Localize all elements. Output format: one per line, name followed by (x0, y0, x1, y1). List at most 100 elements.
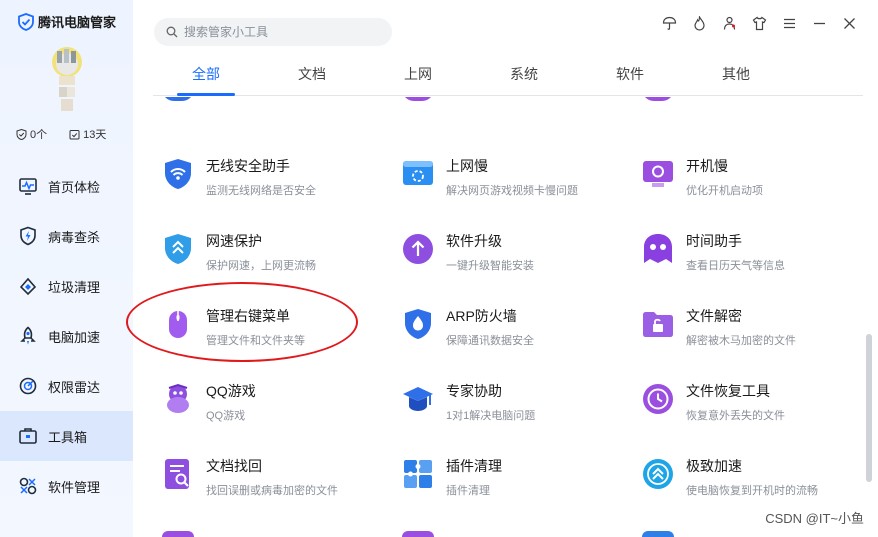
tool-desc: QQ游戏 (206, 410, 246, 422)
sidebar-item-permission-radar[interactable]: 权限雷达 (0, 361, 133, 411)
umbrella-icon[interactable] (660, 14, 678, 32)
partial-tool-icon (162, 97, 194, 101)
tool-arp-firewall[interactable]: ARP防火墙 保障通讯数据安全 (402, 306, 622, 366)
plugin-puzzle-icon (402, 458, 434, 490)
close-icon[interactable] (840, 14, 858, 32)
tool-file-decrypt[interactable]: 文件解密 解密被木马加密的文件 (642, 306, 862, 366)
sidebar-item-label: 病毒查杀 (48, 229, 101, 245)
tab-software[interactable]: 软件 (577, 60, 683, 95)
expert-cap-icon (402, 383, 434, 415)
tool-desc: 优化开机启动项 (686, 185, 763, 197)
watermark: CSDN @IT~小鱼 (765, 511, 864, 526)
sidebar-item-junk-clean[interactable]: 垃圾清理 (0, 261, 133, 311)
extreme-speed-icon (642, 458, 674, 490)
tool-name: 开机慢 (686, 158, 728, 174)
tab-system[interactable]: 系统 (471, 60, 577, 95)
tool-right-click-menu[interactable]: 管理右键菜单 管理文件和文件夹等 (162, 306, 382, 366)
tool-plugin-cleanup[interactable]: 插件清理 插件清理 (402, 456, 622, 516)
tab-all[interactable]: 全部 (153, 60, 259, 96)
tool-name: 文档找回 (206, 458, 262, 474)
sidebar-item-home-check[interactable]: 首页体检 (0, 161, 133, 211)
radar-icon (19, 377, 37, 395)
tool-desc: 查看日历天气等信息 (686, 260, 785, 272)
tool-slow-network[interactable]: 上网慢解决网页游戏视频卡慢问题 (402, 156, 622, 216)
tool-name: 文件恢复工具 (686, 383, 770, 399)
tool-name: 时间助手 (686, 233, 742, 249)
folder-unlock-icon (642, 308, 674, 340)
tool-doc-recovery[interactable]: 文档找回 找回误删或病毒加密的文件 (162, 456, 382, 516)
sidebar-item-label: 首页体检 (48, 179, 101, 195)
tool-desc: 解决网页游戏视频卡慢问题 (446, 185, 578, 197)
tool-name: 无线安全助手 (206, 158, 290, 174)
sidebar-item-label: 权限雷达 (48, 379, 101, 395)
sidebar-item-virus-scan[interactable]: 病毒查杀 (0, 211, 133, 261)
tool-software-upgrade[interactable]: 软件升级一键升级智能安装 (402, 231, 622, 291)
search-icon (166, 26, 178, 38)
tool-qq-game[interactable]: QQ游戏 QQ游戏 (162, 381, 382, 441)
tool-desc: 插件清理 (446, 485, 490, 497)
tool-time-assistant[interactable]: 时间助手查看日历天气等信息 (642, 231, 862, 291)
minimize-icon[interactable] (810, 14, 828, 32)
tshirt-icon[interactable] (750, 14, 768, 32)
tool-extreme-speedup[interactable]: 极致加速使电脑恢复到开机时的流畅 (642, 456, 862, 516)
skin-palette-icon[interactable] (720, 14, 738, 32)
tool-name: 文件解密 (686, 308, 742, 324)
tab-documents[interactable]: 文档 (259, 60, 365, 95)
tool-name: 上网慢 (446, 158, 488, 174)
tab-other[interactable]: 其他 (683, 60, 789, 95)
sidebar-item-software-manager[interactable]: 软件管理 (0, 461, 133, 511)
tool-desc: 一键升级智能安装 (446, 260, 534, 272)
tool-desc: 1对1解决电脑问题 (446, 410, 536, 422)
apps-icon (19, 477, 37, 495)
tool-name: 极致加速 (686, 458, 742, 474)
tool-grid: 无线安全助手 监测无线网络是否安全 上网慢解决网页游戏视频卡慢问题 开机慢优化开机… (133, 97, 863, 537)
tool-name: 软件升级 (446, 233, 502, 249)
stat-days: 13天 (69, 126, 106, 142)
tool-name: ARP防火墙 (446, 308, 517, 324)
sidebar-item-label: 垃圾清理 (48, 279, 101, 295)
tool-slow-boot[interactable]: 开机慢优化开机启动项 (642, 156, 862, 216)
tool-name: 管理右键菜单 (206, 308, 290, 324)
menu-icon[interactable] (780, 14, 798, 32)
tab-internet[interactable]: 上网 (365, 60, 471, 95)
search-input[interactable] (184, 25, 384, 39)
app-title: 腾讯电脑管家 (38, 15, 117, 30)
flame-icon[interactable] (690, 14, 708, 32)
avatar[interactable] (40, 44, 94, 116)
shield-lightning-icon (20, 226, 36, 246)
category-tabs: 全部 文档 上网 系统 软件 其他 (153, 60, 863, 96)
tool-wifi-security[interactable]: 无线安全助手 监测无线网络是否安全 (162, 156, 382, 216)
tool-file-restore[interactable]: 文件恢复工具恢复意外丢失的文件 (642, 381, 862, 441)
partial-tool-icon (162, 531, 194, 537)
tool-name: QQ游戏 (206, 383, 256, 399)
wifi-shield-icon (162, 158, 194, 190)
qq-penguin-icon (162, 383, 194, 415)
toolbox-icon (19, 428, 37, 444)
user-stats: 0个 13天 (16, 126, 106, 142)
partial-tool-icon (642, 97, 674, 101)
sidebar-item-speedup[interactable]: 电脑加速 (0, 311, 133, 361)
stat-days-value: 13天 (83, 129, 107, 141)
upgrade-arrow-icon (402, 233, 434, 265)
scrollbar[interactable] (866, 334, 872, 482)
monitor-wave-icon (19, 178, 37, 195)
broom-icon (19, 277, 37, 296)
tool-desc: 恢复意外丢失的文件 (686, 410, 785, 422)
stat-items: 0个 (16, 126, 47, 142)
tool-search-box[interactable] (154, 18, 392, 46)
speed-shield-icon (162, 233, 194, 265)
doc-search-icon (162, 458, 194, 490)
tool-desc: 使电脑恢复到开机时的流畅 (686, 485, 818, 497)
tool-expert-help[interactable]: 专家协助 1对1解决电脑问题 (402, 381, 622, 441)
tool-name: 专家协助 (446, 383, 502, 399)
tool-speed-protection[interactable]: 网速保护 保护网速，上网更流畅 (162, 231, 382, 291)
rocket-icon (20, 326, 36, 345)
brand: 腾讯电脑管家 (18, 12, 116, 31)
mouse-icon (162, 308, 194, 340)
sidebar-item-toolbox[interactable]: 工具箱 (0, 411, 133, 461)
window-controls (660, 14, 858, 32)
partial-tool-icon (402, 531, 434, 537)
tool-name: 插件清理 (446, 458, 502, 474)
sidebar-item-label: 工具箱 (48, 429, 88, 445)
tool-desc: 保护网速，上网更流畅 (206, 260, 316, 272)
